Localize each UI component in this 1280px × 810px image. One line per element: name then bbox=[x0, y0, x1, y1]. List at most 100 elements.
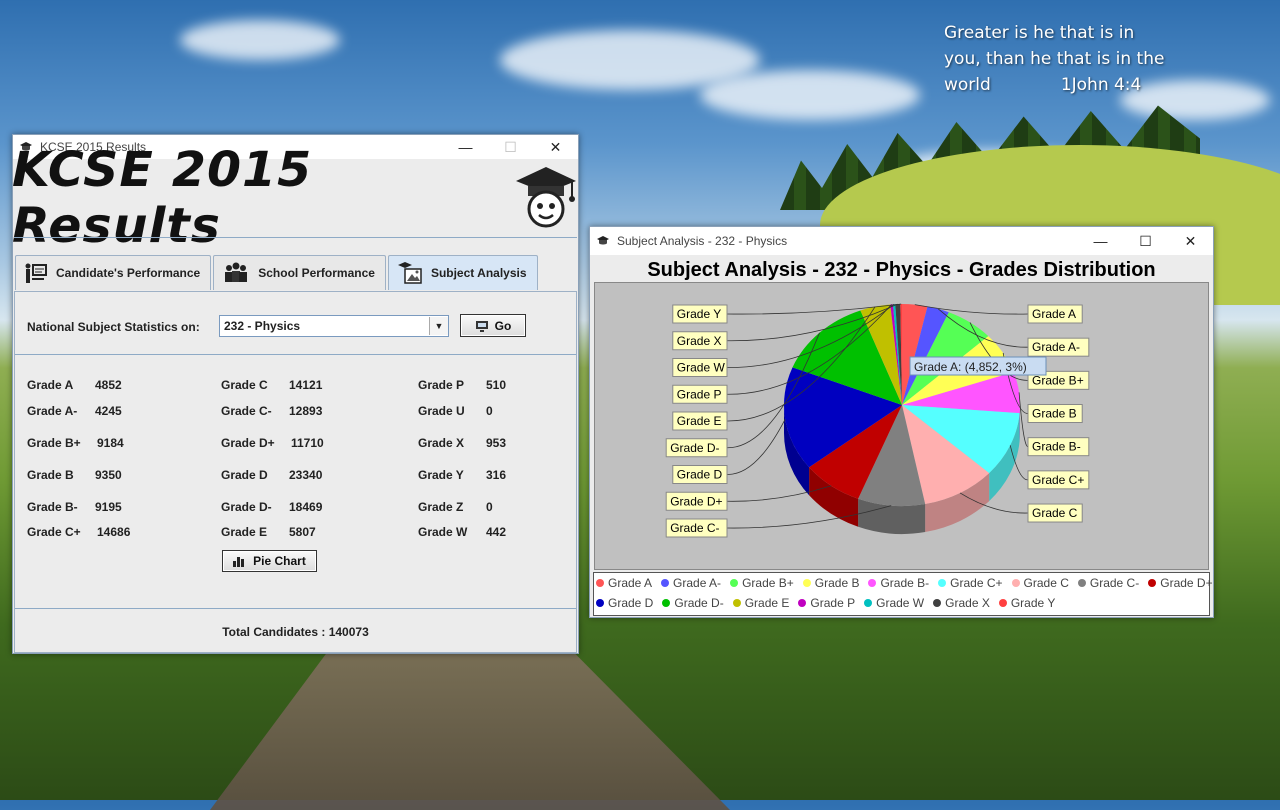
legend-label: Grade B bbox=[815, 576, 860, 590]
close-button[interactable]: ✕ bbox=[1168, 227, 1213, 255]
grade-label: Grade Y bbox=[418, 468, 464, 482]
chevron-down-icon[interactable]: ▼ bbox=[429, 317, 448, 335]
pie-chart-button[interactable]: Pie Chart bbox=[222, 550, 317, 572]
chart-plot-area: Grade YGrade XGrade WGrade PGrade EGrade… bbox=[594, 282, 1209, 570]
grade-label: Grade X bbox=[418, 436, 464, 450]
slice-label: Grade C+ bbox=[1032, 473, 1084, 487]
slice-label: Grade C bbox=[1032, 506, 1078, 520]
grade-value: 4852 bbox=[95, 378, 122, 392]
grade-label: Grade Z bbox=[418, 500, 463, 514]
tab-subject-analysis[interactable]: Subject Analysis bbox=[388, 255, 538, 290]
legend-swatch bbox=[1078, 579, 1086, 587]
legend-label: Grade P bbox=[810, 596, 855, 610]
total-value: 140073 bbox=[329, 625, 369, 639]
legend-swatch bbox=[1148, 579, 1156, 587]
grade-label: Grade P bbox=[418, 378, 464, 392]
verse-line: you, than he that is in the bbox=[944, 46, 1174, 72]
grade-label: Grade C- bbox=[221, 404, 272, 418]
monitor-icon bbox=[475, 320, 489, 332]
legend-item: Grade D- bbox=[662, 596, 723, 610]
slice-label: Grade C- bbox=[670, 521, 719, 535]
graduation-cap-icon bbox=[595, 233, 611, 249]
grade-label: Grade B bbox=[27, 468, 74, 482]
legend-item: Grade X bbox=[933, 596, 990, 610]
slice-label: Grade D+ bbox=[670, 494, 722, 508]
pie-chart: Grade YGrade XGrade WGrade PGrade EGrade… bbox=[595, 283, 1208, 569]
slice-label: Grade D- bbox=[670, 441, 719, 455]
legend-label: Grade C bbox=[1024, 576, 1069, 590]
tab-school-performance[interactable]: School Performance bbox=[213, 255, 386, 290]
chart-window: Subject Analysis - 232 - Physics — ☐ ✕ S… bbox=[589, 226, 1214, 618]
slice-label: Grade Y bbox=[677, 307, 721, 321]
legend-swatch bbox=[864, 599, 872, 607]
legend-label: Grade C- bbox=[1090, 576, 1139, 590]
legend-swatch bbox=[933, 599, 941, 607]
legend-label: Grade D- bbox=[674, 596, 723, 610]
slice-label: Grade B- bbox=[1032, 440, 1081, 454]
grade-value: 5807 bbox=[289, 525, 316, 539]
go-button[interactable]: Go bbox=[460, 314, 526, 337]
legend-label: Grade B+ bbox=[742, 576, 794, 590]
maximize-button[interactable]: ☐ bbox=[1123, 227, 1168, 255]
grade-value: 14686 bbox=[97, 525, 130, 539]
minimize-button[interactable]: — bbox=[1078, 227, 1123, 255]
close-button[interactable]: ✕ bbox=[533, 135, 578, 159]
legend-swatch bbox=[596, 579, 604, 587]
legend-item: Grade W bbox=[864, 596, 924, 610]
subject-select[interactable]: 232 - Physics ▼ bbox=[219, 315, 449, 337]
grade-label: Grade C bbox=[221, 378, 268, 392]
slice-label: Grade A bbox=[1032, 307, 1076, 321]
tab-label: Candidate's Performance bbox=[56, 266, 200, 280]
legend-swatch bbox=[733, 599, 741, 607]
grade-label: Grade C+ bbox=[27, 525, 81, 539]
grade-value: 9184 bbox=[97, 436, 124, 450]
subject-analysis-panel: National Subject Statistics on: 232 - Ph… bbox=[14, 291, 577, 653]
legend-item: Grade B- bbox=[868, 576, 929, 590]
legend-item: Grade A- bbox=[661, 576, 721, 590]
chart-tooltip-text: Grade A: (4,852, 3%) bbox=[914, 360, 1027, 374]
grade-label: Grade W bbox=[418, 525, 467, 539]
slice-label: Grade W bbox=[677, 361, 726, 375]
grade-value: 0 bbox=[486, 500, 493, 514]
legend-label: Grade D bbox=[608, 596, 653, 610]
legend-swatch bbox=[868, 579, 876, 587]
grade-value: 510 bbox=[486, 378, 506, 392]
legend-item: Grade C bbox=[1012, 576, 1069, 590]
slice-label: Grade P bbox=[677, 387, 722, 401]
grade-label: Grade A- bbox=[27, 404, 77, 418]
grade-value: 18469 bbox=[289, 500, 322, 514]
tab-candidates-performance[interactable]: Candidate's Performance bbox=[15, 255, 211, 290]
grade-label: Grade U bbox=[418, 404, 465, 418]
grade-label: Grade D+ bbox=[221, 436, 275, 450]
legend-label: Grade C+ bbox=[950, 576, 1002, 590]
tab-label: Subject Analysis bbox=[431, 266, 527, 280]
grade-label: Grade E bbox=[221, 525, 267, 539]
legend-item: Grade C- bbox=[1078, 576, 1139, 590]
grade-label: Grade B- bbox=[27, 500, 78, 514]
legend-label: Grade A bbox=[608, 576, 652, 590]
legend-swatch bbox=[938, 579, 946, 587]
legend-item: Grade A bbox=[596, 576, 652, 590]
grade-value: 12893 bbox=[289, 404, 322, 418]
legend-swatch bbox=[730, 579, 738, 587]
grade-label: Grade A bbox=[27, 378, 73, 392]
grade-label: Grade D bbox=[221, 468, 268, 482]
grade-label: Grade B+ bbox=[27, 436, 81, 450]
grade-label: Grade D- bbox=[221, 500, 272, 514]
legend-item: Grade C+ bbox=[938, 576, 1002, 590]
slice-label: Grade B bbox=[1032, 407, 1077, 421]
slice-label: Grade A- bbox=[1032, 340, 1080, 354]
legend-label: Grade E bbox=[745, 596, 790, 610]
chart-titlebar[interactable]: Subject Analysis - 232 - Physics — ☐ ✕ bbox=[590, 227, 1213, 255]
window-title: Subject Analysis - 232 - Physics bbox=[617, 234, 787, 248]
pie-chart-label: Pie Chart bbox=[253, 554, 306, 568]
group-icon bbox=[222, 262, 250, 284]
legend-item: Grade B bbox=[803, 576, 860, 590]
verse-line: world bbox=[944, 75, 991, 95]
slice-label: Grade E bbox=[677, 414, 722, 428]
grade-value: 9350 bbox=[95, 468, 122, 482]
grade-value: 23340 bbox=[289, 468, 322, 482]
graduate-image-icon bbox=[397, 261, 423, 285]
desktop-verse: Greater is he that is in you, than he th… bbox=[944, 20, 1174, 98]
main-window: KCSE 2015 Results — ☐ ✕ KCSE 2015 Result… bbox=[12, 134, 579, 654]
